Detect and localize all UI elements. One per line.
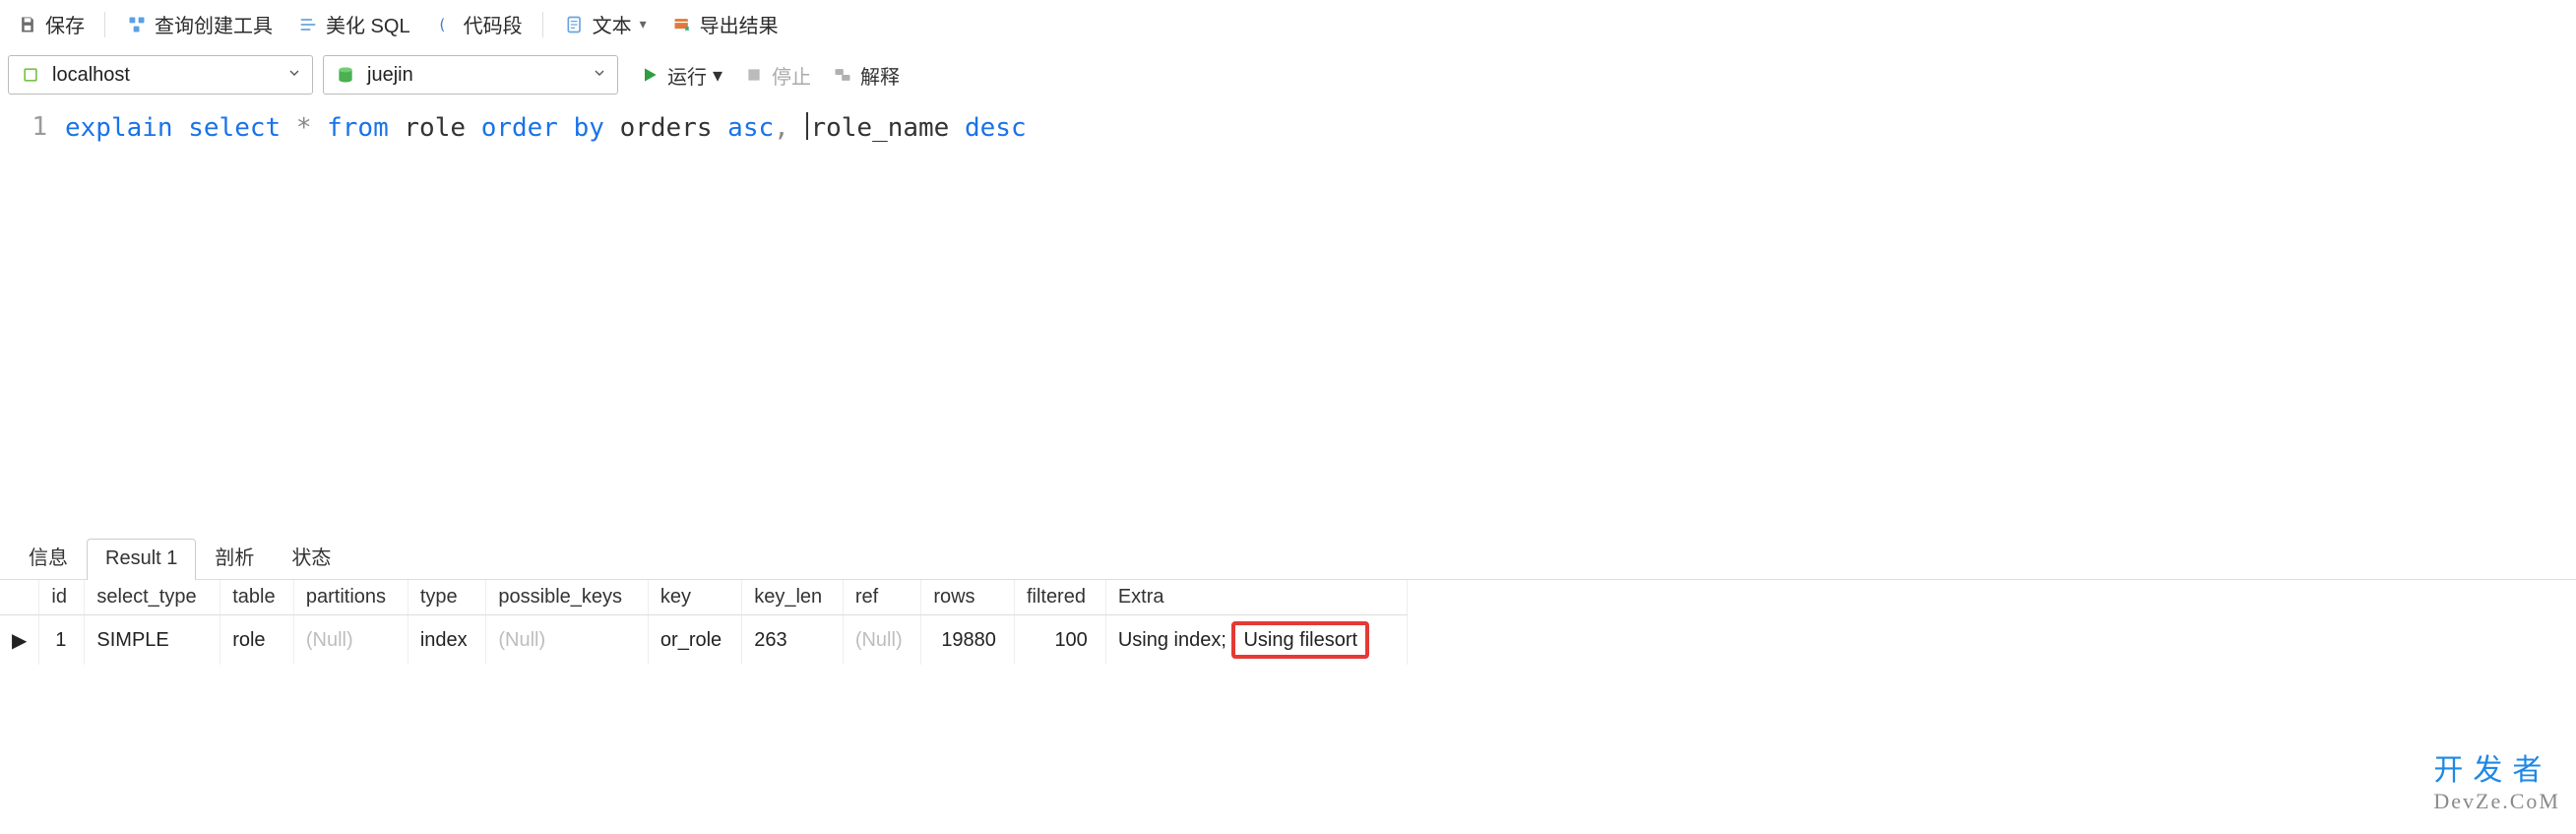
grid-header-row: id select_type table partitions type pos… <box>0 580 1408 615</box>
query-builder-label: 查询创建工具 <box>155 10 273 38</box>
caret-down-icon: ▾ <box>640 16 647 32</box>
query-builder-button[interactable]: 查询创建工具 <box>117 6 281 42</box>
beautify-label: 美化 SQL <box>326 10 410 38</box>
text-icon <box>563 13 587 36</box>
code-area[interactable]: explain select * from role order by orde… <box>65 112 2576 143</box>
text-button[interactable]: 文本 ▾ <box>555 6 655 42</box>
beautify-sql-button[interactable]: 美化 SQL <box>288 6 418 42</box>
sql-editor[interactable]: 1 explain select * from role order by or… <box>0 104 2576 528</box>
code-snippet-label: 代码段 <box>464 10 523 38</box>
save-label: 保存 <box>45 10 85 38</box>
cell-rows[interactable]: 19880 <box>921 615 1015 666</box>
cell-key[interactable]: or_role <box>648 615 741 666</box>
save-button[interactable]: 保存 <box>8 6 93 42</box>
result-tabs: 信息 Result 1 剖析 状态 <box>0 532 2576 580</box>
caret-down-icon: ▾ <box>713 63 723 88</box>
cell-key-len[interactable]: 263 <box>742 615 844 666</box>
run-button[interactable]: 运行 ▾ <box>632 57 728 94</box>
line-gutter: 1 <box>0 112 65 142</box>
code-snippet-button[interactable]: ( ) 代码段 <box>426 6 531 42</box>
row-pointer-header <box>0 580 39 615</box>
svg-text:( ): ( ) <box>437 16 455 33</box>
col-type[interactable]: type <box>408 580 486 615</box>
col-select-type[interactable]: select_type <box>85 580 220 615</box>
save-icon <box>16 13 39 36</box>
col-filtered[interactable]: filtered <box>1014 580 1105 615</box>
explain-icon <box>831 63 854 87</box>
chevron-down-icon <box>286 64 302 87</box>
text-cursor <box>806 112 808 140</box>
extra-using-index: Using index <box>1118 629 1222 651</box>
cell-possible-keys[interactable]: (Null) <box>486 615 649 666</box>
col-id[interactable]: id <box>39 580 85 615</box>
cell-partitions[interactable]: (Null) <box>293 615 408 666</box>
connection-select[interactable]: localhost <box>8 55 313 95</box>
explain-label: 解释 <box>860 61 900 90</box>
connection-runbar: localhost juejin 运行 ▾ 停止 <box>0 49 2576 104</box>
result-grid: id select_type table partitions type pos… <box>0 580 1408 665</box>
beautify-icon <box>296 13 320 36</box>
tab-info[interactable]: 信息 <box>10 533 87 580</box>
row-pointer-icon: ▶ <box>0 615 39 666</box>
database-select[interactable]: juejin <box>323 55 618 95</box>
database-name: juejin <box>367 64 582 87</box>
export-label: 导出结果 <box>700 10 779 38</box>
connection-icon <box>19 63 42 87</box>
extra-using-filesort: Using filesort <box>1231 621 1369 659</box>
col-extra[interactable]: Extra <box>1105 580 1407 615</box>
col-key[interactable]: key <box>648 580 741 615</box>
tab-status[interactable]: 状态 <box>273 533 349 580</box>
cell-extra[interactable]: Using index; Using filesort <box>1105 615 1407 666</box>
cell-select-type[interactable]: SIMPLE <box>85 615 220 666</box>
export-icon <box>670 13 694 36</box>
query-builder-icon <box>125 13 149 36</box>
tab-result1[interactable]: Result 1 <box>87 539 196 580</box>
run-label: 运行 <box>667 61 707 90</box>
line-number: 1 <box>0 112 47 142</box>
stop-label: 停止 <box>772 61 811 90</box>
cell-filtered[interactable]: 100 <box>1014 615 1105 666</box>
stop-button: 停止 <box>736 57 817 94</box>
col-possible-keys[interactable]: possible_keys <box>486 580 649 615</box>
code-snippet-icon: ( ) <box>434 13 458 36</box>
explain-button[interactable]: 解释 <box>825 57 906 94</box>
separator <box>542 12 543 37</box>
watermark: 开发者 DevZe.CoM <box>2433 753 2560 814</box>
table-row[interactable]: ▶ 1 SIMPLE role (Null) index (Null) or_r… <box>0 615 1408 666</box>
database-icon <box>334 63 357 87</box>
main-toolbar: 保存 查询创建工具 美化 SQL ( ) 代码段 文本 ▾ 导出结果 <box>0 0 2576 49</box>
col-partitions[interactable]: partitions <box>293 580 408 615</box>
cell-type[interactable]: index <box>408 615 486 666</box>
watermark-cn: 开发者 <box>2433 753 2560 789</box>
export-button[interactable]: 导出结果 <box>662 6 786 42</box>
col-ref[interactable]: ref <box>843 580 921 615</box>
cell-id[interactable]: 1 <box>39 615 85 666</box>
cell-table[interactable]: role <box>220 615 294 666</box>
stop-icon <box>742 63 766 87</box>
col-table[interactable]: table <box>220 580 294 615</box>
cell-ref[interactable]: (Null) <box>843 615 921 666</box>
separator <box>104 12 105 37</box>
chevron-down-icon <box>592 64 607 87</box>
text-label: 文本 <box>593 10 632 38</box>
watermark-en: DevZe.CoM <box>2433 789 2560 814</box>
connection-name: localhost <box>52 64 277 87</box>
play-icon <box>638 63 661 87</box>
tab-profile[interactable]: 剖析 <box>196 533 273 580</box>
col-rows[interactable]: rows <box>921 580 1015 615</box>
col-key-len[interactable]: key_len <box>742 580 844 615</box>
